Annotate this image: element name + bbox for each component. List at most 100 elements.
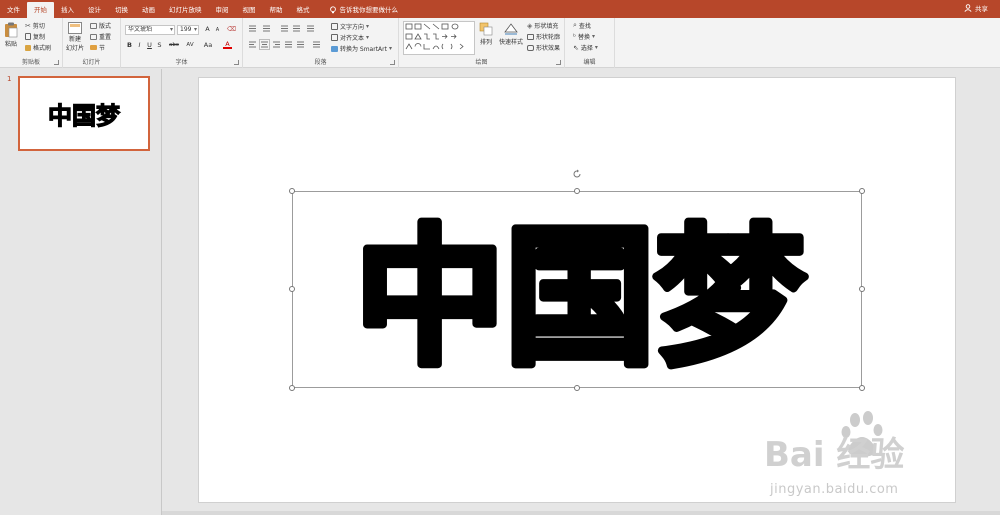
text-direction-button[interactable]: 文字方向 ▾: [331, 22, 369, 31]
new-slide-label-2: 幻灯片: [66, 45, 85, 52]
font-name-combo[interactable]: 华文琥珀: [125, 25, 175, 35]
replace-button[interactable]: ᵇ 替换 ▾: [573, 32, 595, 42]
paste-label: 粘贴: [4, 41, 17, 48]
ribbon-tab[interactable]: 插入: [54, 2, 81, 18]
arrange-icon: [479, 22, 493, 36]
effects-icon: [527, 44, 534, 51]
clear-formatting-icon[interactable]: ⌫: [227, 25, 236, 34]
drawing-group: 排列 快速样式 ◈ 形状填充 形状轮廓 形状效果 绘图: [399, 18, 565, 68]
rotate-handle-icon[interactable]: [572, 169, 582, 179]
text-direction-icon: [331, 23, 338, 30]
font-size-combo[interactable]: 199: [177, 25, 199, 35]
slides-group-label: 幻灯片: [82, 59, 101, 66]
tell-me-box[interactable]: 告诉我你想要做什么: [329, 2, 398, 18]
share-label: 共享: [975, 5, 988, 13]
lightbulb-icon: [329, 6, 336, 14]
watermark-logo-text: Bai 经验: [764, 435, 904, 475]
layout-label: 版式: [99, 23, 112, 30]
change-case-button[interactable]: Aa: [201, 41, 215, 50]
new-slide-label: 新建: [69, 36, 82, 43]
font-group-label: 字体: [175, 59, 188, 66]
resize-handle-bottom-right[interactable]: [859, 385, 865, 391]
person-icon: [964, 4, 972, 12]
ribbon-tab[interactable]: 审阅: [209, 2, 236, 18]
resize-handle-top-left[interactable]: [289, 188, 295, 194]
font-launcher-icon[interactable]: [234, 60, 239, 65]
ribbon-tab[interactable]: 视图: [236, 2, 263, 18]
character-spacing-button[interactable]: AV: [183, 41, 197, 50]
shape-fill-button[interactable]: ◈ 形状填充: [527, 21, 558, 31]
ribbon-tab[interactable]: 开始: [27, 2, 54, 18]
shrink-font-button[interactable]: A: [213, 26, 222, 35]
strikethrough-button[interactable]: abc: [167, 41, 181, 50]
drawing-launcher-icon[interactable]: [556, 60, 561, 65]
clipboard-group: 粘贴 ✂ 剪切 复制 格式刷 剪贴板: [0, 18, 63, 68]
ribbon-tab[interactable]: 设计: [81, 2, 108, 18]
ribbon: 粘贴 ✂ 剪切 复制 格式刷 剪贴板 新建 幻灯片 版式 重置 节 幻灯片 华文琥…: [0, 18, 1000, 68]
resize-handle-bottom[interactable]: [574, 385, 580, 391]
underline-button[interactable]: U: [145, 41, 154, 50]
font-group: 华文琥珀 199 A A ⌫ B I U S abc AV Aa A 字体: [121, 18, 243, 68]
ribbon-tab[interactable]: 动画: [135, 2, 162, 18]
thumbnail-preview: 中国梦: [47, 101, 121, 130]
copy-label: 复制: [33, 34, 46, 41]
resize-handle-left[interactable]: [289, 286, 295, 292]
font-color-button[interactable]: A: [223, 40, 232, 49]
ribbon-tab[interactable]: 文件: [0, 2, 27, 18]
new-slide-icon: [68, 22, 82, 34]
scissors-icon: ✂: [25, 21, 31, 30]
arrange-button[interactable]: 排列: [479, 22, 493, 46]
editing-group: ⌕ 查找 ᵇ 替换 ▾ ⇖ 选择 ▾ 编辑: [565, 18, 615, 68]
shapes-gallery-icons: [405, 23, 464, 50]
shape-outline-button[interactable]: 形状轮廓: [527, 32, 560, 41]
quick-styles-label: 快速样式: [499, 39, 524, 46]
resize-handle-bottom-left[interactable]: [289, 385, 295, 391]
drawing-group-label: 绘图: [475, 59, 488, 66]
align-text-button[interactable]: 对齐文本 ▾: [331, 33, 369, 42]
bold-button[interactable]: B: [125, 41, 134, 50]
layout-button[interactable]: 版式: [90, 21, 111, 30]
slide-number: 1: [7, 75, 12, 83]
new-slide-button[interactable]: 新建 幻灯片: [66, 22, 84, 52]
ribbon-tabs: 文件 开始 插入 设计 切换 动画 幻灯片放映 审阅 视图 帮助 格式: [0, 0, 317, 18]
find-button[interactable]: ⌕ 查找: [573, 21, 591, 30]
ribbon-tab[interactable]: 帮助: [263, 2, 290, 18]
arrange-label: 排列: [479, 39, 492, 46]
paragraph-launcher-icon[interactable]: [390, 60, 395, 65]
ribbon-tab[interactable]: 幻灯片放映: [162, 2, 209, 18]
slide-thumbnail[interactable]: 中国梦: [18, 76, 150, 151]
quick-styles-button[interactable]: 快速样式: [499, 22, 523, 46]
pen-icon: [527, 33, 534, 40]
ribbon-tab[interactable]: 格式: [290, 2, 317, 18]
clipboard-launcher-icon[interactable]: [54, 60, 59, 65]
cut-button[interactable]: ✂ 剪切: [25, 21, 45, 31]
smartart-label: 转换为 SmartArt: [340, 46, 387, 53]
select-button[interactable]: ⇖ 选择 ▾: [573, 43, 598, 53]
replace-icon: ᵇ: [573, 32, 576, 41]
copy-button[interactable]: 复制: [25, 32, 45, 41]
shapes-gallery[interactable]: [403, 21, 475, 55]
reset-button[interactable]: 重置: [90, 32, 111, 41]
paragraph-group: 文字方向 ▾ 对齐文本 ▾ 转换为 SmartArt ▾ 段落: [243, 18, 399, 68]
smartart-button[interactable]: 转换为 SmartArt ▾: [331, 44, 392, 53]
watermark-url: jingyan.baidu.com: [770, 482, 899, 497]
section-button[interactable]: 节: [90, 43, 105, 52]
slide-thumbnail-panel: 1 中国梦: [0, 69, 162, 515]
reset-icon: [90, 33, 97, 40]
resize-handle-top-right[interactable]: [859, 188, 865, 194]
paint-bucket-icon: ◈: [527, 21, 533, 30]
find-label: 查找: [578, 23, 591, 30]
share-button[interactable]: 共享: [964, 3, 988, 13]
italic-button[interactable]: I: [135, 41, 144, 50]
paragraph-group-label: 段落: [314, 59, 327, 66]
shadow-button[interactable]: S: [155, 41, 164, 50]
paragraph-format-icons[interactable]: [247, 24, 329, 52]
ribbon-tab[interactable]: 切换: [108, 2, 135, 18]
select-label: 选择: [580, 45, 593, 52]
resize-handle-top[interactable]: [574, 188, 580, 194]
format-painter-button[interactable]: 格式刷: [25, 43, 51, 52]
grow-font-button[interactable]: A: [203, 25, 212, 34]
resize-handle-right[interactable]: [859, 286, 865, 292]
shape-effects-button[interactable]: 形状效果: [527, 43, 560, 52]
paste-button[interactable]: 粘贴: [4, 22, 18, 48]
